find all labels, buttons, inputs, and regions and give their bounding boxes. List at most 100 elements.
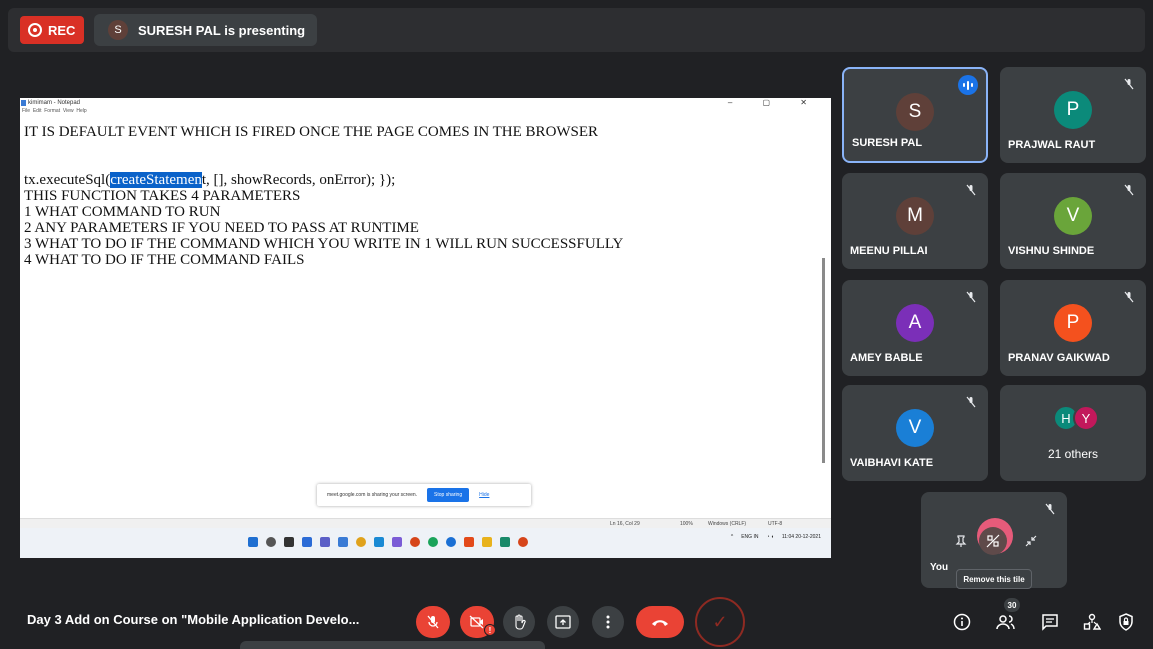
raise-hand-icon [515, 614, 526, 630]
text-line [24, 140, 814, 156]
text-line: 3 WHAT TO DO IF THE COMMAND WHICH YOU WR… [24, 236, 624, 252]
participant-tile[interactable]: S SURESH PAL [842, 67, 988, 163]
brave-icon [464, 537, 474, 547]
notepad-titlebar: kimimam - Notepad [20, 98, 831, 108]
avatar: P [1054, 304, 1092, 342]
self-label: You [930, 562, 949, 573]
participant-name: VISHNU SHINDE [1008, 245, 1095, 257]
participant-name: SURESH PAL [852, 137, 923, 149]
menu-file: File [22, 108, 31, 114]
camera-off-icon [469, 615, 484, 629]
mic-off-icon [1041, 500, 1059, 518]
cursor-position: Ln 16, Col 29 [610, 521, 640, 527]
people-icon [996, 615, 1015, 630]
meeting-details-button[interactable] [946, 606, 978, 638]
participant-tile[interactable]: V VAIBHAVI KATE [842, 385, 988, 481]
others-avatars: H Y [1053, 405, 1099, 431]
search-icon [266, 537, 276, 547]
others-tile[interactable]: H Y 21 others [1000, 385, 1146, 481]
participant-tile[interactable]: A AMEY BABLE [842, 280, 988, 376]
others-count: 21 others [1047, 447, 1099, 461]
participant-tile[interactable]: P PRAJWAL RAUT [1000, 67, 1146, 163]
selected-text: createStatemen [110, 172, 202, 188]
avatar: P [1054, 91, 1092, 129]
participant-name: AMEY BABLE [850, 352, 923, 364]
recording-indicator[interactable]: REC [20, 16, 84, 44]
presenter-text: SURESH PAL is presenting [138, 22, 306, 38]
people-button[interactable] [990, 606, 1022, 638]
chat-icon [1042, 614, 1058, 631]
lang-indicator: ENG IN [741, 534, 759, 540]
app-icon [428, 537, 438, 547]
sharing-text: meet.google.com is sharing your screen. [327, 492, 418, 498]
participant-tile[interactable]: V VISHNU SHINDE [1000, 173, 1146, 269]
shared-screen: kimimam - Notepad – ▢ ✕ File Edit Format… [20, 98, 831, 558]
participant-tile[interactable]: M MEENU PILLAI [842, 173, 988, 269]
text-line: 2 ANY PARAMETERS IF YOU NEED TO PASS AT … [24, 220, 419, 236]
info-icon [953, 613, 971, 631]
clock: 11:04 20-12-2021 [781, 534, 821, 540]
menu-edit: Edit [32, 108, 42, 114]
avatar: M [896, 197, 934, 235]
vscode-icon [392, 537, 402, 547]
mic-off-icon [1120, 288, 1138, 306]
notepad-menu: File Edit Format View Help [20, 108, 87, 114]
text-line: 4 WHAT TO DO IF THE COMMAND FAILS [24, 252, 305, 268]
chat-button[interactable] [1034, 606, 1066, 638]
skype-icon [446, 537, 456, 547]
app-icon [518, 537, 528, 547]
chat-app-icon [320, 537, 330, 547]
avatar: V [1054, 197, 1092, 235]
hide-link: Hide [479, 492, 490, 498]
participant-name: PRANAV GAIKWAD [1008, 352, 1110, 364]
activities-icon [1083, 613, 1101, 630]
presenter-avatar: S [108, 20, 128, 40]
participant-tile[interactable]: P PRANAV GAIKWAD [1000, 280, 1146, 376]
avatar: A [896, 304, 934, 342]
stop-sharing-button: Stop sharing [427, 488, 470, 502]
app-icon [410, 537, 420, 547]
present-icon [555, 615, 571, 629]
minimize-icon[interactable] [1017, 527, 1045, 555]
notepad-content: IT IS DEFAULT EVENT WHICH IS FIRED ONCE … [24, 124, 814, 268]
end-call-icon [652, 620, 668, 626]
activities-button[interactable] [1076, 606, 1108, 638]
remove-tile-icon[interactable] [979, 527, 1007, 555]
mic-off-icon [962, 288, 980, 306]
avatar: V [896, 409, 934, 447]
mic-off-icon [962, 393, 980, 411]
participant-name: VAIBHAVI KATE [850, 457, 934, 469]
menu-help: Help [76, 108, 87, 114]
chrome-icon [356, 537, 366, 547]
encoding: UTF-8 [768, 521, 783, 527]
mic-off-icon [1120, 181, 1138, 199]
notepad-scrollbar [822, 258, 825, 463]
code-prefix: tx.executeSql( [24, 172, 111, 188]
menu-view: View [62, 108, 74, 114]
check-icon: ✓ [695, 597, 745, 647]
text-line: IT IS DEFAULT EVENT WHICH IS FIRED ONCE … [24, 124, 599, 140]
line-ending: Windows (CRLF) [708, 521, 747, 527]
pin-icon[interactable] [947, 527, 975, 555]
presenter-chip[interactable]: S SURESH PAL is presenting [94, 14, 318, 46]
tooltip: Remove this tile [956, 569, 1032, 589]
mic-off-icon [1120, 75, 1138, 93]
task-view-icon [284, 537, 294, 547]
system-tray: ^ ENG IN ◔ ◖ 11:04 20-12-2021 [731, 534, 821, 540]
end-call-button[interactable] [636, 606, 684, 638]
zoom-level: 100% [680, 521, 693, 527]
more-options-button[interactable] [592, 606, 624, 638]
sharing-notice: meet.google.com is sharing your screen. … [317, 484, 531, 506]
more-options-icon [606, 615, 610, 629]
present-button[interactable] [547, 606, 579, 638]
notepad-icon [21, 100, 26, 106]
raise-hand-button[interactable] [503, 606, 535, 638]
host-controls-button[interactable] [1110, 606, 1142, 638]
taskbar-icons [248, 537, 528, 547]
record-icon [28, 23, 42, 37]
windows-taskbar: ^ ENG IN ◔ ◖ 11:04 20-12-2021 [20, 528, 831, 558]
avatar: S [896, 93, 934, 131]
speaking-icon [958, 75, 978, 95]
mic-toggle-button[interactable] [416, 606, 450, 638]
text-line: 1 WHAT COMMAND TO RUN [24, 204, 221, 220]
